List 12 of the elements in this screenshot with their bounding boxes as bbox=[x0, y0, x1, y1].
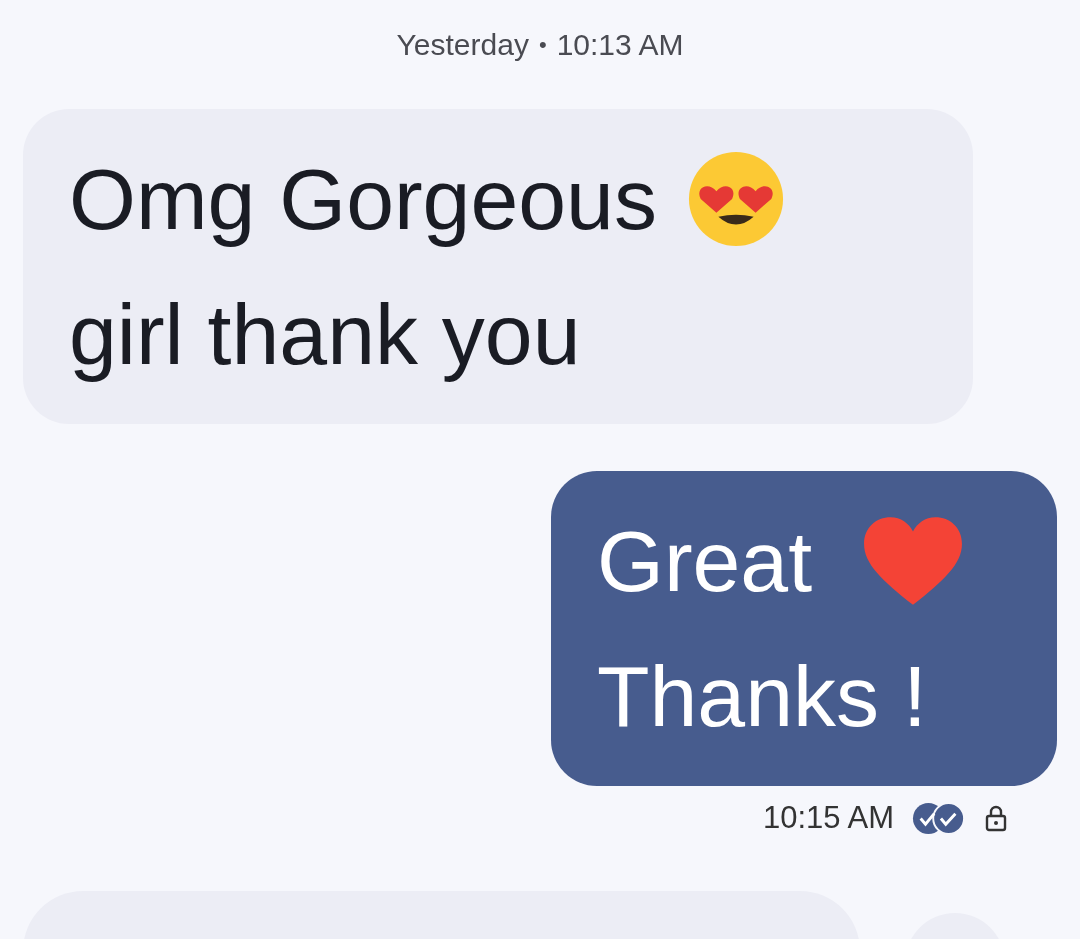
time-label: 10:13 AM bbox=[556, 28, 684, 62]
message-text: Thanks ! bbox=[597, 646, 927, 746]
message-text: Omg Gorgeous bbox=[69, 149, 657, 249]
date-label: Yesterday bbox=[396, 28, 529, 62]
heart-emoji-icon bbox=[862, 515, 965, 607]
heart-eyes-emoji-icon bbox=[686, 150, 785, 248]
message-bubble[interactable]: Great Thanks ! bbox=[551, 471, 1057, 786]
message-bubble[interactable]: Omg Gorgeous girl thank you bbox=[23, 109, 973, 424]
message-text: girl thank you bbox=[69, 284, 581, 384]
separator-dot: • bbox=[538, 32, 547, 58]
message-text: Great bbox=[597, 511, 813, 611]
message-time: 10:15 AM bbox=[763, 800, 894, 836]
